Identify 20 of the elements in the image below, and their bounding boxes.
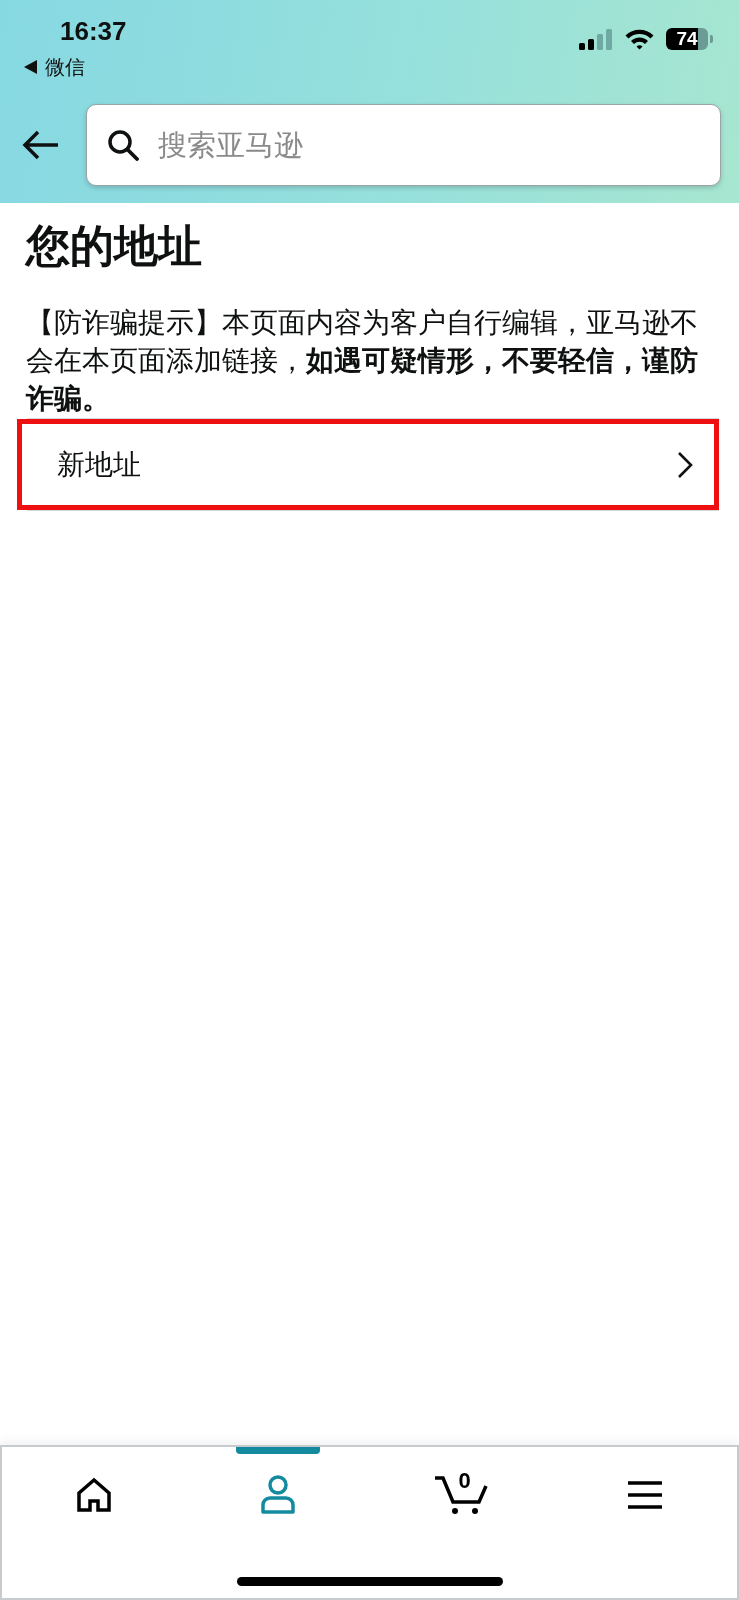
chevron-right-icon: [677, 450, 693, 479]
new-address-row[interactable]: 新地址: [17, 419, 719, 510]
page-title: 您的地址: [26, 219, 203, 273]
search-icon: [107, 129, 139, 161]
search-field[interactable]: 搜索亚马逊: [86, 104, 721, 186]
back-to-app-link[interactable]: 微信: [24, 54, 85, 80]
person-icon: [259, 1475, 296, 1515]
cart-tab[interactable]: 0: [369, 1447, 554, 1543]
search-input[interactable]: 搜索亚马逊: [158, 125, 706, 165]
back-triangle-icon: [24, 60, 37, 74]
back-button[interactable]: [22, 130, 60, 160]
menu-icon: [627, 1480, 664, 1510]
back-arrow-icon: [22, 130, 60, 160]
cart-icon: [434, 1475, 489, 1515]
fraud-warning-text: 【防诈骗提示】本页面内容为客户自行编辑，亚马逊不会在本页面添加链接，如遇可疑情形，不要轻信，谨防诈骗。: [26, 305, 699, 417]
house-icon: [75, 1477, 112, 1513]
wifi-icon: [624, 28, 655, 50]
signal-icon: [579, 28, 613, 50]
battery-indicator: 74: [666, 28, 713, 50]
status-time: 16:37: [60, 15, 127, 48]
